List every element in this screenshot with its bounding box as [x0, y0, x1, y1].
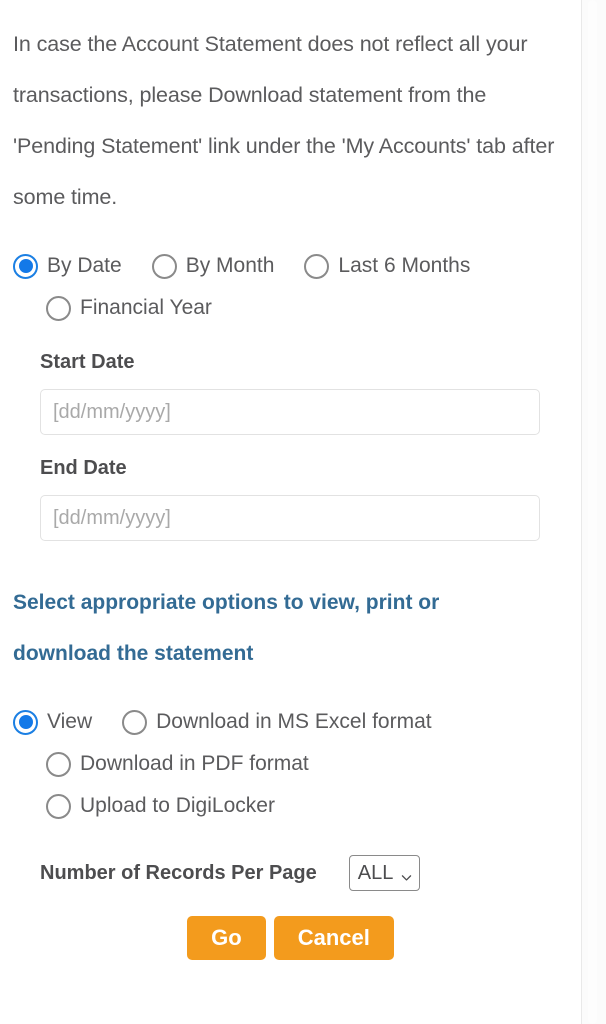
radio-option-last-6-months[interactable]: Last 6 Months [304, 253, 471, 279]
records-per-page-select[interactable]: ALL [348, 855, 421, 891]
start-date-field-block: Start Date [13, 351, 581, 435]
radio-label-by-month: By Month [185, 254, 275, 277]
radio-indicator-download-excel[interactable] [122, 709, 148, 735]
radio-option-upload-digilocker[interactable]: Upload to DigiLocker [46, 793, 275, 819]
go-button[interactable]: Go [187, 916, 266, 960]
intro-message: In case the Account Statement does not r… [13, 32, 555, 209]
cancel-button[interactable]: Cancel [273, 916, 394, 960]
output-options-heading: Select appropriate options to view, prin… [13, 591, 440, 665]
radio-label-download-excel: Download in MS Excel format [156, 710, 432, 733]
radio-option-by-date[interactable]: By Date [13, 253, 122, 279]
radio-indicator-upload-digilocker[interactable] [46, 793, 71, 819]
records-per-page-row: Number of Records Per Page ALL [13, 855, 581, 891]
radio-option-download-excel[interactable]: Download in MS Excel format [122, 709, 432, 735]
radio-label-view: View [47, 710, 93, 733]
statement-request-page: In case the Account Statement does not r… [0, 0, 581, 1024]
start-date-label: Start Date [40, 351, 135, 373]
output-radio-row-digilocker: Upload to DigiLocker [13, 785, 581, 827]
statement-period-radio-group: By Date By Month Last 6 Months Financial… [13, 245, 581, 329]
radio-option-download-pdf[interactable]: Download in PDF format [46, 751, 309, 777]
output-radio-row-pdf: Download in PDF format [13, 743, 581, 785]
end-date-label: End Date [40, 457, 127, 479]
page-scrollbar-thumb[interactable] [588, 0, 597, 1024]
radio-indicator-by-month[interactable] [151, 253, 177, 279]
output-radio-row-primary: View Download in MS Excel format [13, 701, 581, 743]
radio-option-by-month[interactable]: By Month [151, 253, 275, 279]
period-radio-row-secondary: Financial Year [13, 287, 581, 329]
radio-indicator-last-6-months[interactable] [304, 253, 330, 279]
radio-label-download-pdf: Download in PDF format [80, 752, 309, 775]
chevron-down-icon [400, 867, 413, 881]
output-format-radio-group: View Download in MS Excel format Downloa… [13, 701, 581, 827]
radio-option-financial-year[interactable]: Financial Year [46, 295, 212, 321]
radio-indicator-view[interactable] [13, 709, 38, 735]
page-scrollbar[interactable] [581, 0, 606, 1024]
radio-option-view[interactable]: View [13, 709, 93, 735]
end-date-input[interactable] [40, 495, 540, 541]
action-button-row: Go Cancel [13, 916, 581, 960]
start-date-input[interactable] [40, 389, 540, 435]
end-date-field-block: End Date [13, 457, 581, 541]
radio-indicator-download-pdf[interactable] [46, 751, 71, 777]
period-radio-row-primary: By Date By Month Last 6 Months [13, 245, 581, 287]
records-per-page-label: Number of Records Per Page [40, 861, 317, 884]
radio-label-by-date: By Date [47, 254, 122, 277]
radio-label-last-6-months: Last 6 Months [338, 254, 471, 277]
records-per-page-value: ALL [357, 861, 394, 884]
radio-label-upload-digilocker: Upload to DigiLocker [80, 794, 275, 817]
radio-indicator-financial-year[interactable] [46, 295, 71, 321]
radio-indicator-by-date[interactable] [13, 253, 38, 279]
radio-label-financial-year: Financial Year [80, 296, 212, 319]
